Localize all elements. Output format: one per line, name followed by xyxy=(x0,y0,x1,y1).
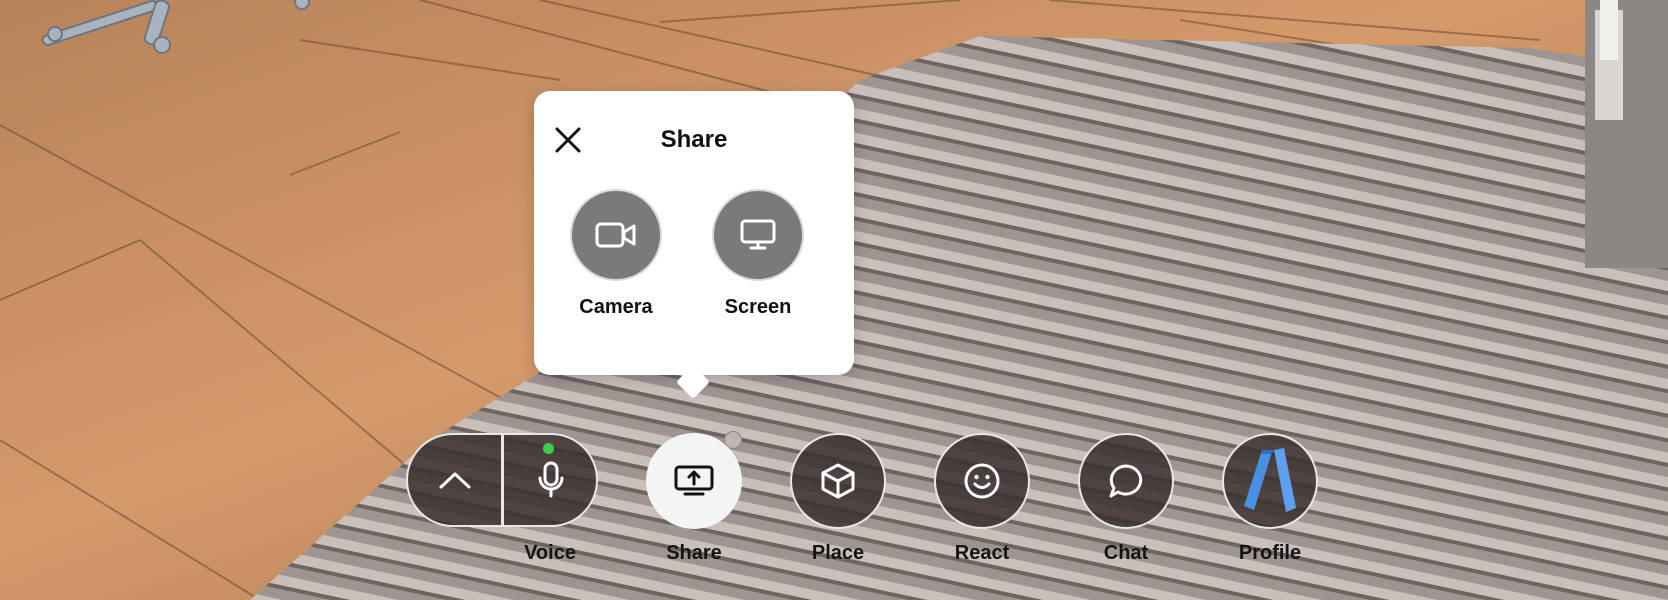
camera-label: Camera xyxy=(579,296,653,318)
chat-bubble-icon xyxy=(1109,464,1143,498)
share-button[interactable] xyxy=(646,433,742,529)
place-label: Place xyxy=(811,542,865,564)
close-icon xyxy=(555,127,581,153)
monitor-icon xyxy=(740,219,776,250)
screen-option-circle[interactable] xyxy=(712,189,804,281)
voice-control-pill xyxy=(406,433,598,527)
share-label: Share xyxy=(666,542,722,564)
profile-label: Profile xyxy=(1238,542,1302,564)
react-label: React xyxy=(954,542,1010,564)
chat-button[interactable] xyxy=(1078,433,1174,529)
share-screen-button[interactable]: Screen xyxy=(698,189,818,319)
screen-share-icon xyxy=(674,465,714,496)
close-button[interactable] xyxy=(552,124,584,156)
react-button[interactable] xyxy=(934,433,1030,529)
smiley-icon xyxy=(964,463,1000,499)
expand-button[interactable] xyxy=(408,435,502,525)
screen-label: Screen xyxy=(724,296,792,318)
mic-status-dot xyxy=(543,443,554,454)
profile-button[interactable] xyxy=(1222,433,1318,529)
cube-icon xyxy=(821,463,855,499)
chevron-up-icon xyxy=(439,472,471,489)
camera-option-circle[interactable] xyxy=(570,189,662,281)
share-camera-button[interactable]: Camera xyxy=(556,189,676,319)
microphone-icon xyxy=(538,461,564,498)
voice-label: Voice xyxy=(524,542,576,564)
place-button[interactable] xyxy=(790,433,886,529)
avatar-icon xyxy=(1244,448,1296,512)
video-camera-icon xyxy=(595,222,636,248)
chat-label: Chat xyxy=(1103,542,1149,564)
